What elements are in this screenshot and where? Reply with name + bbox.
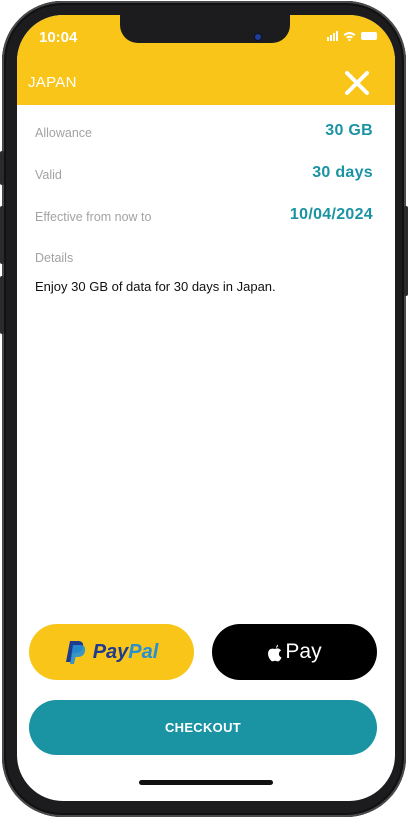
paypal-label-part-2: Pal <box>128 640 159 663</box>
effective-value: 10/04/2024 <box>289 206 373 223</box>
valid-label: Valid <box>35 168 62 182</box>
checkout-button[interactable]: CHECKOUT <box>29 700 377 755</box>
valid-value: 30 days <box>312 164 373 181</box>
phone-frame: 10:04 JAPAN Allowance 30 GB Valid 30 day… <box>0 1 408 817</box>
valid-row: Valid 30 days <box>35 164 373 188</box>
effective-row: Effective from now to 10/04/2024 <box>35 206 373 230</box>
paypal-icon <box>65 641 85 664</box>
paypal-label: PayPal <box>93 641 159 664</box>
app-screen: 10:04 JAPAN Allowance 30 GB Valid 30 day… <box>17 15 395 801</box>
signal-icon <box>327 31 338 41</box>
apple-pay-label: Pay <box>285 640 322 663</box>
phone-volume-down-button <box>0 276 4 334</box>
home-indicator <box>139 780 273 785</box>
details-label: Details <box>35 251 74 265</box>
details-text: Enjoy 30 GB of data for 30 days in Japan… <box>35 279 276 294</box>
status-icons <box>327 31 377 41</box>
phone-power-button <box>404 206 408 296</box>
page-title: JAPAN <box>28 74 77 91</box>
allowance-value: 30 GB <box>325 122 373 139</box>
apple-logo-icon <box>268 644 282 661</box>
wifi-icon <box>343 32 356 41</box>
battery-icon <box>361 32 377 40</box>
front-camera <box>255 34 261 40</box>
apple-pay-button[interactable]: Pay <box>212 624 377 680</box>
allowance-label: Allowance <box>35 126 92 140</box>
header-bar: 10:04 JAPAN <box>17 15 395 105</box>
phone-volume-up-button <box>0 206 4 264</box>
effective-label: Effective from now to <box>35 210 152 224</box>
status-time: 10:04 <box>39 29 78 46</box>
allowance-row: Allowance 30 GB <box>35 122 373 146</box>
paypal-button[interactable]: PayPal <box>29 624 194 680</box>
close-icon[interactable] <box>343 69 371 97</box>
checkout-label: CHECKOUT <box>164 720 242 735</box>
phone-notch <box>120 15 290 43</box>
paypal-label-part-1: Pay <box>92 640 129 663</box>
phone-side-button <box>0 151 4 185</box>
